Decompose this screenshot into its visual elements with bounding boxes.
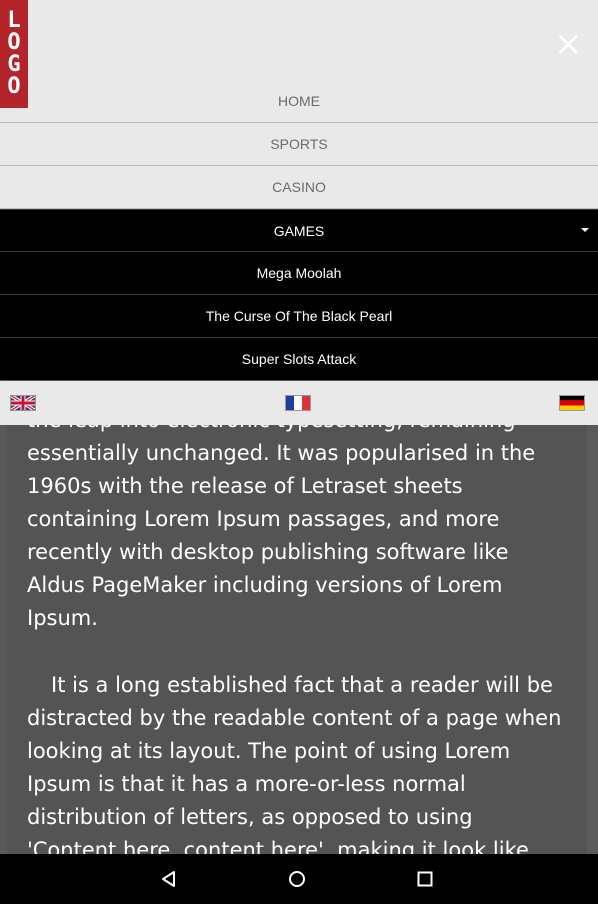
- home-icon[interactable]: [287, 869, 307, 889]
- recent-apps-icon[interactable]: [415, 869, 435, 889]
- article-paragraph-2: It is a long established fact that a rea…: [27, 673, 562, 854]
- french-flag-icon[interactable]: [285, 395, 311, 411]
- submenu-item-mega-moolah[interactable]: Mega Moolah: [0, 252, 598, 295]
- site-logo[interactable]: L O G O: [0, 0, 28, 108]
- submenu-item-black-pearl[interactable]: The Curse Of The Black Pearl: [0, 295, 598, 338]
- main-menu: HOME SPORTS CASINO GAMES Mega Moolah The…: [0, 80, 598, 380]
- submenu-item-super-slots-attack[interactable]: Super Slots Attack: [0, 338, 598, 380]
- submenu-item-label: Super Slots Attack: [241, 351, 357, 367]
- logo-letter: O: [7, 74, 21, 99]
- menu-item-label: HOME: [278, 93, 320, 109]
- german-flag-icon[interactable]: [559, 395, 585, 411]
- menu-item-label: GAMES: [273, 222, 325, 239]
- menu-item-home[interactable]: HOME: [0, 80, 598, 123]
- language-bar: [0, 381, 598, 425]
- system-navigation-bar: [0, 854, 598, 904]
- menu-item-sports[interactable]: SPORTS: [0, 123, 598, 166]
- menu-item-label: SPORTS: [270, 136, 328, 152]
- menu-item-games[interactable]: GAMES: [0, 209, 598, 252]
- article-paragraph-1: the leap into electronic typesetting, re…: [27, 408, 536, 630]
- logo-letter: G: [7, 52, 21, 77]
- logo-letter: O: [7, 30, 21, 55]
- site-header: ×: [0, 0, 598, 81]
- english-flag-icon[interactable]: [10, 395, 36, 411]
- logo-letter: L: [7, 8, 21, 33]
- menu-item-casino[interactable]: CASINO: [0, 166, 598, 209]
- back-icon[interactable]: [159, 869, 179, 889]
- submenu-item-label: The Curse Of The Black Pearl: [205, 308, 393, 324]
- article-content: the leap into electronic typesetting, re…: [7, 380, 587, 854]
- submenu-item-label: Mega Moolah: [256, 265, 342, 281]
- close-menu-button[interactable]: ×: [554, 27, 583, 61]
- menu-item-label: CASINO: [272, 179, 326, 195]
- caret-down-icon: [581, 228, 589, 232]
